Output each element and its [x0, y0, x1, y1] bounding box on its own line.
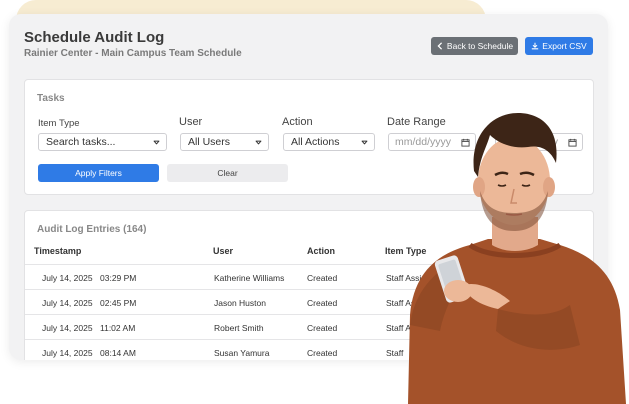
- row-user: Katherine Williams: [214, 273, 285, 283]
- row-date: July 14, 2025: [42, 273, 93, 283]
- user-value: All Users: [188, 136, 231, 148]
- filters-heading: Tasks: [37, 93, 65, 104]
- row-time: 08:14 AM: [100, 348, 136, 358]
- chevron-left-icon: [437, 42, 442, 50]
- user-select[interactable]: All Users: [180, 133, 269, 151]
- row-user: Robert Smith: [214, 323, 264, 333]
- row-date: July 14, 2025: [42, 348, 93, 358]
- row-action: Created: [307, 348, 338, 358]
- download-icon: [532, 42, 539, 50]
- item-type-select[interactable]: Search tasks...: [38, 133, 167, 151]
- chevron-down-icon: [255, 140, 262, 145]
- row-action: Created: [307, 273, 338, 283]
- row-date: July 14, 2025: [42, 298, 93, 308]
- action-select[interactable]: All Actions: [283, 133, 375, 151]
- column-header-action[interactable]: Action: [307, 246, 335, 256]
- row-action: Created: [307, 323, 338, 333]
- page-title: Schedule Audit Log: [24, 29, 165, 46]
- column-header-user[interactable]: User: [213, 246, 233, 256]
- row-user: Jason Huston: [214, 298, 266, 308]
- row-action: Created: [307, 298, 338, 308]
- item-type-value: Search tasks...: [46, 136, 116, 148]
- row-user: Susan Yamura: [214, 348, 270, 358]
- item-type-label: Item Type: [38, 118, 80, 129]
- apply-filters-button[interactable]: Apply Filters: [38, 164, 159, 182]
- person-with-phone-illustration: [408, 113, 626, 404]
- chevron-down-icon: [361, 140, 368, 145]
- audit-log-heading: Audit Log Entries (164): [37, 224, 147, 235]
- row-time: 11:02 AM: [100, 323, 136, 333]
- user-label: User: [179, 116, 203, 128]
- screen: Schedule Audit Log Rainier Center - Main…: [0, 0, 629, 404]
- clear-filters-button[interactable]: Clear: [167, 164, 288, 182]
- row-time: 03:29 PM: [100, 273, 137, 283]
- action-label: Action: [282, 116, 313, 128]
- export-csv-button[interactable]: Export CSV: [525, 37, 593, 55]
- row-time: 02:45 PM: [100, 298, 137, 308]
- column-header-timestamp[interactable]: Timestamp: [34, 246, 81, 256]
- page-subtitle: Rainier Center - Main Campus Team Schedu…: [24, 48, 242, 59]
- row-date: July 14, 2025: [42, 323, 93, 333]
- back-to-schedule-button[interactable]: Back to Schedule: [431, 37, 518, 55]
- export-csv-label: Export CSV: [542, 41, 587, 51]
- chevron-down-icon: [153, 140, 160, 145]
- action-value: All Actions: [291, 136, 340, 148]
- back-to-schedule-label: Back to Schedule: [446, 41, 514, 51]
